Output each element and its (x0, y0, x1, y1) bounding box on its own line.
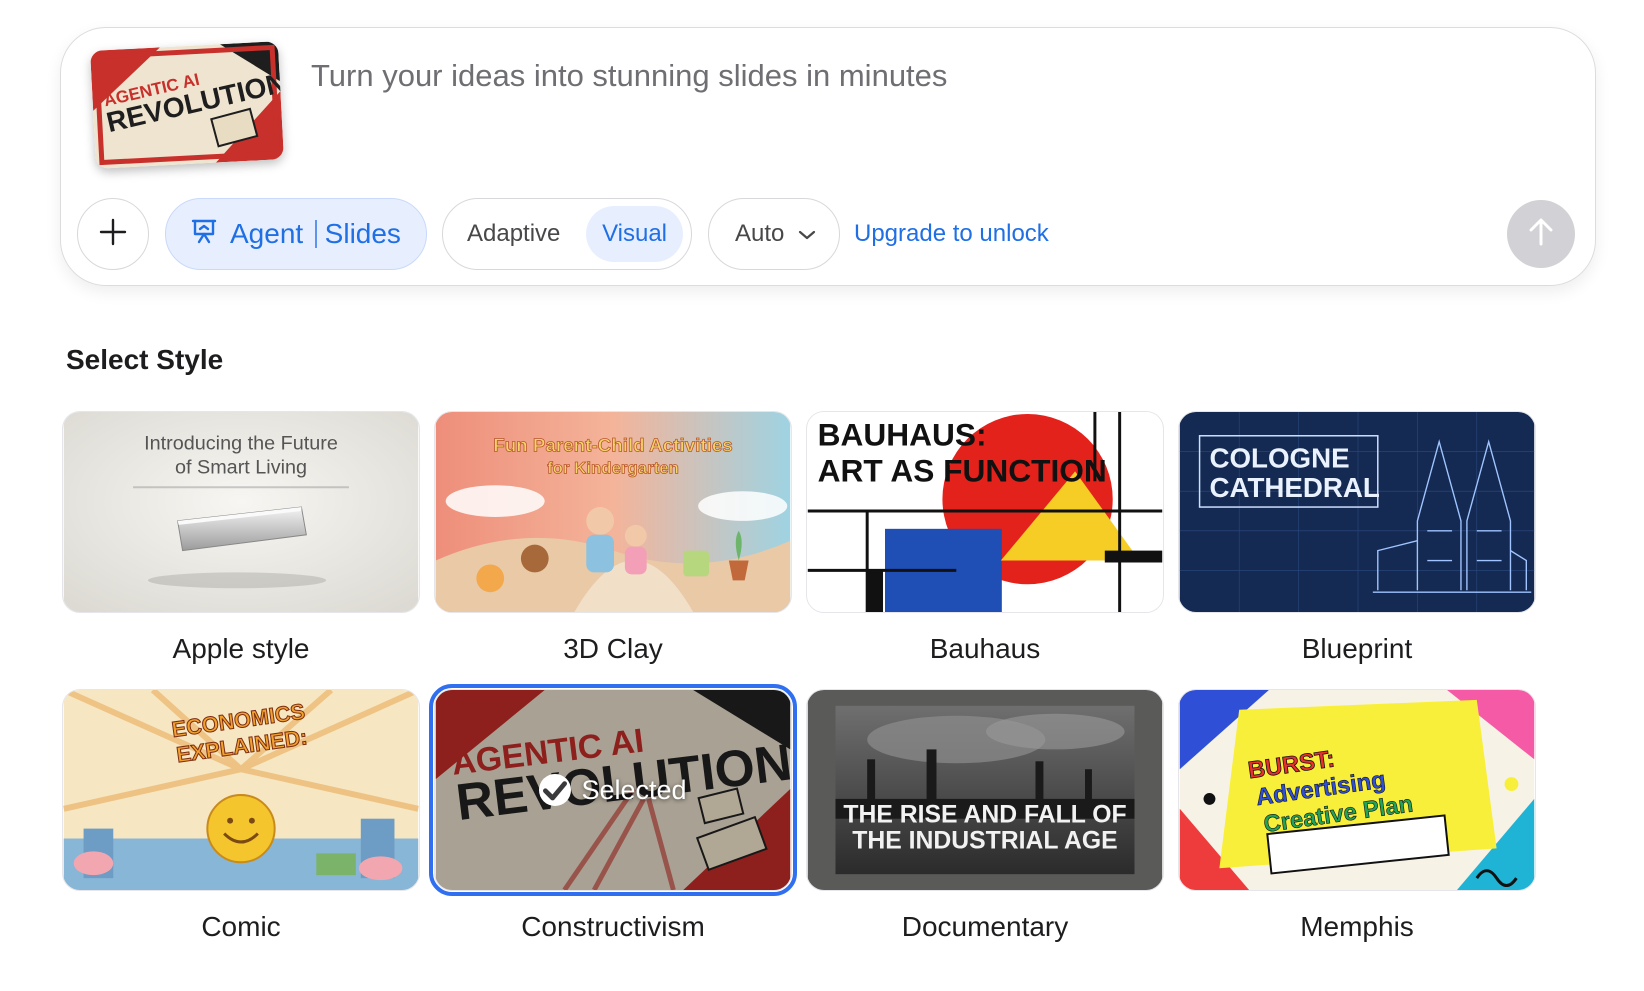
svg-text:COLOGNE: COLOGNE (1209, 442, 1349, 473)
prompt-toolbar: Agent Slides Adaptive Visual Auto Upgrad… (77, 198, 1577, 270)
selected-text: Selected (581, 774, 687, 805)
upgrade-link[interactable]: Upgrade to unlock (854, 198, 1049, 270)
style-thumbnail: COLOGNE CATHEDRAL (1178, 411, 1536, 613)
style-thumbnail: BAUHAUS: ART AS FUNCTION (806, 411, 1164, 613)
style-thumbnail: ECONOMICS EXPLAINED: (62, 689, 420, 891)
svg-text:THE INDUSTRIAL AGE: THE INDUSTRIAL AGE (852, 827, 1117, 854)
select-style-heading: Select Style (66, 344, 224, 375)
style-card-apple[interactable]: Introducing the Future of Smart Living A… (62, 411, 420, 665)
style-card-3d-clay[interactable]: Fun Parent-Child Activities for Kinderga… (434, 411, 792, 665)
style-label: Documentary (901, 911, 1069, 942)
model-select[interactable]: Auto (708, 198, 840, 270)
style-card-documentary[interactable]: THE RISE AND FALL OF THE INDUSTRIAL AGE … (806, 689, 1164, 943)
style-card-memphis[interactable]: BURST: Advertising Creative Plan Memphis (1178, 689, 1536, 943)
style-label: Apple style (172, 633, 310, 664)
style-label: Bauhaus (929, 633, 1041, 664)
prompt-input[interactable] (311, 56, 1461, 96)
style-thumbnail: AGENTIC AI REVOLUTION Selected (429, 684, 797, 896)
slides-label: Slides (324, 218, 401, 249)
svg-text:for Kindergarten: for Kindergarten (547, 458, 679, 477)
style-thumbnail: THE RISE AND FALL OF THE INDUSTRIAL AGE (806, 689, 1164, 891)
style-card-comic[interactable]: ECONOMICS EXPLAINED: Comic (62, 689, 420, 943)
plus-icon (98, 217, 128, 252)
mode-option-adaptive[interactable]: Adaptive (467, 220, 560, 248)
attached-slide-thumbnail[interactable]: AGENTIC AI REVOLUTION (90, 41, 284, 169)
style-label: Memphis (1300, 911, 1414, 942)
style-card-constructivism[interactable]: AGENTIC AI REVOLUTION Selected Construct… (429, 684, 797, 943)
svg-text:Fun Parent-Child Activities: Fun Parent-Child Activities (493, 435, 733, 456)
style-label: 3D Clay (563, 633, 663, 664)
mode-option-visual[interactable]: Visual (586, 206, 683, 262)
chevron-down-icon (798, 220, 816, 248)
svg-text:ART AS FUNCTION: ART AS FUNCTION (818, 452, 1107, 488)
check-icon (539, 774, 572, 806)
svg-text:BAUHAUS:: BAUHAUS: (818, 417, 987, 453)
style-thumbnail: Fun Parent-Child Activities for Kinderga… (434, 411, 792, 613)
add-button[interactable] (77, 198, 149, 270)
agent-slides-button[interactable]: Agent Slides (165, 198, 427, 270)
prompt-box: AGENTIC AI REVOLUTION Agent Slides Adapt… (60, 27, 1596, 286)
presentation-icon (190, 217, 218, 252)
style-label: Blueprint (1301, 633, 1413, 664)
style-thumbnail: BURST: Advertising Creative Plan (1178, 689, 1536, 891)
style-card-blueprint[interactable]: COLOGNE CATHEDRAL Blueprint (1178, 411, 1536, 665)
svg-text:CATHEDRAL: CATHEDRAL (1209, 472, 1379, 503)
arrow-up-icon (1526, 216, 1556, 253)
mode-segmented-control: Adaptive Visual (442, 198, 692, 270)
svg-text:Introducing the Future: Introducing the Future (144, 433, 338, 455)
divider (315, 220, 317, 248)
style-thumbnail: Introducing the Future of Smart Living (62, 411, 420, 613)
svg-text:of Smart Living: of Smart Living (175, 456, 307, 478)
style-label: Comic (201, 911, 281, 942)
style-label: Constructivism (521, 911, 705, 942)
selected-badge: Selected (435, 690, 791, 890)
style-card-bauhaus[interactable]: BAUHAUS: ART AS FUNCTION Bauhaus (806, 411, 1164, 665)
model-select-value: Auto (735, 220, 785, 247)
send-button[interactable] (1507, 200, 1575, 268)
agent-label: Agent (230, 218, 304, 249)
svg-text:THE RISE AND FALL OF: THE RISE AND FALL OF (843, 802, 1126, 829)
